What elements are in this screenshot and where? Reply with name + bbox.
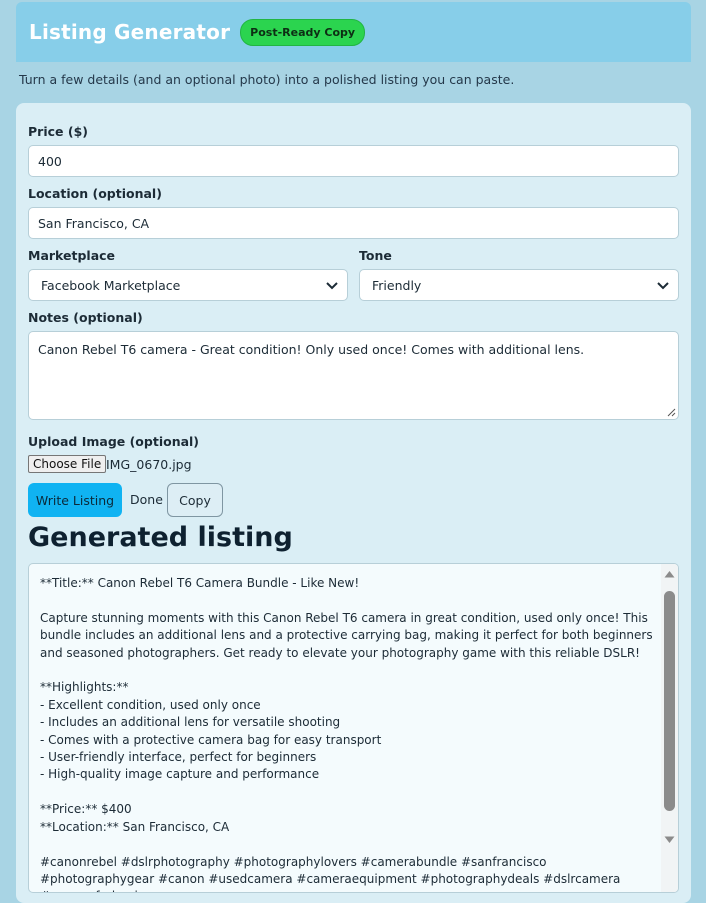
generated-listing-textarea[interactable]: **Title:** Canon Rebel T6 Camera Bundle … (28, 563, 679, 893)
location-value: San Francisco, CA (38, 215, 150, 231)
scroll-down-icon[interactable] (664, 836, 675, 844)
write-listing-button[interactable]: Write Listing (28, 483, 122, 517)
status-text: Done (130, 492, 163, 507)
marketplace-value: Facebook Marketplace (41, 277, 181, 293)
scroll-thumb[interactable] (664, 591, 675, 811)
marketplace-label: Marketplace (28, 248, 116, 263)
app-header: Listing Generator Post-Ready Copy (16, 2, 691, 62)
app-title: Listing Generator (29, 20, 231, 44)
tone-label: Tone (359, 248, 392, 263)
tone-select[interactable]: Friendly (359, 269, 679, 301)
resize-handle-icon[interactable] (666, 407, 676, 417)
upload-label: Upload Image (optional) (28, 434, 200, 449)
file-name: IMG_0670.jpg (106, 457, 192, 472)
scroll-up-icon[interactable] (664, 570, 675, 578)
notes-label: Notes (optional) (28, 310, 143, 325)
scrollbar[interactable] (661, 564, 678, 892)
location-input[interactable]: San Francisco, CA (28, 207, 679, 239)
notes-value: Canon Rebel T6 camera - Great condition!… (38, 342, 585, 357)
location-label: Location (optional) (28, 186, 162, 201)
page-subtitle: Turn a few details (and an optional phot… (19, 72, 515, 87)
price-input[interactable]: 400 (28, 145, 679, 177)
price-value: 400 (38, 153, 62, 169)
chevron-down-icon (326, 282, 338, 290)
generated-listing-text: **Title:** Canon Rebel T6 Camera Bundle … (40, 576, 653, 892)
chevron-down-icon (657, 282, 669, 290)
generated-listing-heading: Generated listing (28, 522, 293, 553)
post-ready-badge: Post-Ready Copy (240, 18, 366, 46)
price-label: Price ($) (28, 124, 88, 139)
choose-file-button[interactable]: Choose File (28, 455, 107, 473)
copy-button[interactable]: Copy (167, 483, 223, 517)
notes-textarea[interactable]: Canon Rebel T6 camera - Great condition!… (28, 331, 679, 420)
tone-value: Friendly (372, 277, 422, 293)
marketplace-select[interactable]: Facebook Marketplace (28, 269, 348, 301)
